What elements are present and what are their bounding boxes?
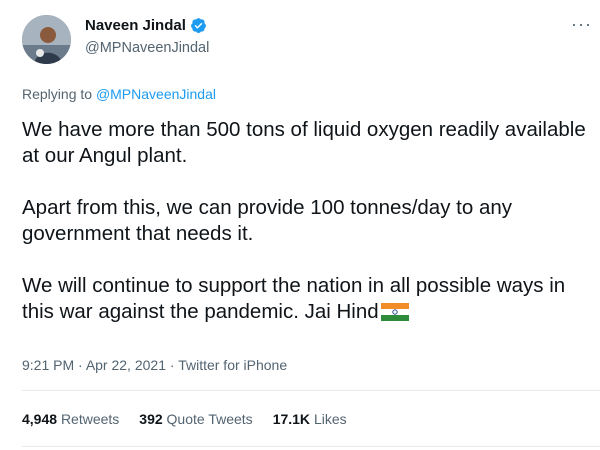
- reply-to-link[interactable]: @MPNaveenJindal: [96, 86, 216, 102]
- more-options-icon[interactable]: ···: [571, 14, 592, 35]
- divider: [22, 390, 600, 391]
- tweet-paragraph-3-text: We will continue to support the nation i…: [22, 274, 566, 323]
- verified-badge-icon: [190, 18, 206, 34]
- author-name[interactable]: Naveen Jindal: [85, 17, 186, 34]
- tweet-paragraph-1: We have more than 500 tons of liquid oxy…: [22, 118, 586, 167]
- tweet-source[interactable]: Twitter for iPhone: [178, 357, 287, 373]
- author-name-row: Naveen Jindal: [85, 17, 207, 34]
- tweet-stats: 4,948 Retweets 392 Quote Tweets 17.1K Li…: [22, 411, 347, 427]
- tweet: Naveen Jindal @MPNaveenJindal ··· Replyi…: [0, 0, 600, 450]
- quote-tweets-count: 392: [139, 411, 163, 427]
- tweet-paragraph-3: We will continue to support the nation i…: [22, 273, 592, 325]
- tweet-date[interactable]: Apr 22, 2021: [86, 357, 166, 373]
- author-handle[interactable]: @MPNaveenJindal: [85, 40, 209, 56]
- quote-tweets-label: Quote Tweets: [166, 411, 253, 427]
- avatar[interactable]: [22, 15, 71, 64]
- retweets-stat[interactable]: 4,948 Retweets: [22, 411, 119, 427]
- retweets-label: Retweets: [60, 411, 120, 427]
- divider: [22, 446, 600, 447]
- tweet-paragraph-2: Apart from this, we can provide 100 tonn…: [22, 196, 512, 245]
- likes-label: Likes: [313, 411, 347, 427]
- india-flag-icon: [380, 303, 409, 321]
- reply-prefix: Replying to: [22, 86, 96, 102]
- reply-context: Replying to @MPNaveenJindal: [22, 86, 216, 102]
- tweet-time[interactable]: 9:21 PM: [22, 357, 74, 373]
- tweet-metadata: 9:21 PM · Apr 22, 2021 · Twitter for iPh…: [22, 357, 287, 373]
- retweets-count: 4,948: [22, 411, 58, 427]
- meta-separator: ·: [165, 357, 179, 373]
- likes-stat[interactable]: 17.1K Likes: [273, 411, 347, 427]
- meta-separator: ·: [74, 357, 86, 373]
- tweet-body: We have more than 500 tons of liquid oxy…: [22, 117, 592, 351]
- avatar-image: [22, 15, 71, 64]
- quote-tweets-stat[interactable]: 392 Quote Tweets: [139, 411, 252, 427]
- likes-count: 17.1K: [272, 411, 311, 427]
